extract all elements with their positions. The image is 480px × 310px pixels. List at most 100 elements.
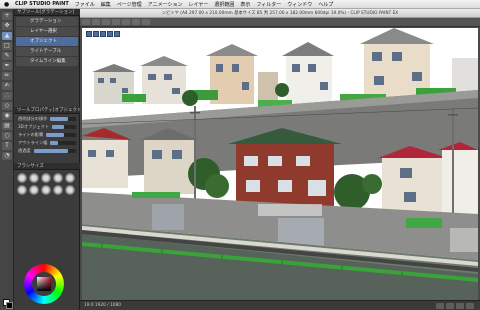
brush-size-swatch[interactable] [29, 173, 39, 183]
subtool-item-selected[interactable]: オブジェクト [16, 37, 78, 46]
drawing-canvas[interactable] [82, 28, 478, 300]
apple-icon[interactable]: ● [4, 0, 11, 8]
brush-size-swatch[interactable] [17, 185, 27, 195]
subtool-item[interactable]: グラデーション [16, 17, 78, 26]
subtool-item[interactable]: レイヤー選択 [16, 27, 78, 36]
balloon-tool-icon[interactable]: ◔ [2, 152, 12, 160]
slider-fill [46, 132, 65, 137]
operation-tool-icon[interactable]: ▲ [2, 32, 12, 40]
brush-size-swatch[interactable] [29, 185, 39, 195]
text-tool-icon[interactable]: T [2, 142, 12, 150]
color-wheel-center [32, 272, 56, 296]
menu-file[interactable]: ファイル [75, 1, 95, 8]
brush-tool-icon[interactable]: ✍ [2, 82, 12, 90]
brush-size-swatch[interactable] [65, 173, 75, 183]
subtool-item[interactable]: タイムライン編集 [16, 57, 78, 66]
property-row[interactable]: アウトライン幅 [16, 139, 78, 146]
slider-fill [50, 140, 59, 145]
brush-size-swatch[interactable] [41, 173, 51, 183]
brush-size-grid [14, 170, 80, 198]
property-label: 3Dオブジェクト [18, 124, 50, 129]
menu-window[interactable]: ウィンドウ [287, 1, 312, 8]
brush-size-title: ブラシサイズ [14, 163, 80, 170]
clear-icon[interactable] [132, 19, 140, 25]
slider-fill [52, 124, 64, 129]
menu-view[interactable]: 表示 [240, 1, 250, 8]
pencil-tool-icon[interactable]: ✏ [2, 72, 12, 80]
panel-spacer [14, 67, 80, 107]
garage-door-left [152, 204, 184, 230]
color-wheel[interactable] [24, 264, 64, 304]
redo-icon[interactable] [122, 19, 130, 25]
property-row[interactable]: 3Dオブジェクト [16, 123, 78, 130]
menu-selection[interactable]: 選択範囲 [214, 1, 234, 8]
property-row[interactable]: ライトの影響 [16, 131, 78, 138]
selection-tool-icon[interactable]: □ [2, 42, 12, 50]
brush-size-swatch[interactable] [17, 173, 27, 183]
fit-icon[interactable] [456, 303, 464, 309]
brush-size-swatch[interactable] [41, 185, 51, 195]
menu-animation[interactable]: アニメーション [148, 1, 183, 8]
canvas-command-bar [80, 18, 480, 27]
property-slider[interactable] [33, 148, 76, 153]
illustration-scene [82, 28, 478, 300]
new-file-icon[interactable] [82, 19, 90, 25]
property-slider[interactable] [50, 140, 76, 145]
property-slider[interactable] [52, 124, 76, 129]
slider-fill [50, 116, 69, 121]
menu-help[interactable]: ヘルプ [318, 1, 333, 8]
property-row[interactable]: 透明部分の操作 [16, 115, 78, 122]
eraser-tool-icon[interactable]: ◇ [2, 102, 12, 110]
zoom-out-icon[interactable] [436, 303, 444, 309]
subtool-panel-title: サブツール[グラデーション] [14, 9, 80, 16]
panel-spacer [14, 155, 80, 163]
left-panel-column: + ✥ ▲ □ ✎ ✒ ✏ ✍ ∴ ◇ ◉ ▤ ○ T ◔ サブツール[グラデー… [0, 9, 80, 310]
slider-fill [33, 148, 68, 153]
canvas-status-bar: 19.0 1920 / 1080 [80, 300, 480, 310]
brush-size-swatch[interactable] [53, 173, 63, 183]
brush-size-swatch[interactable] [53, 185, 63, 195]
gradient-tool-icon[interactable]: ▤ [2, 122, 12, 130]
property-slider[interactable] [50, 116, 76, 121]
subtool-item[interactable]: ライトテーブル [16, 47, 78, 56]
property-label: ライトの影響 [18, 132, 44, 137]
quick-action-icon[interactable] [86, 31, 92, 37]
app-root: ● CLIP STUDIO PAINT ファイル 編集 ページ管理 アニメーショ… [0, 0, 480, 310]
quick-action-icon[interactable] [100, 31, 106, 37]
property-slider[interactable] [46, 132, 76, 137]
status-text: 19.0 1920 / 1080 [84, 303, 121, 308]
airbrush-tool-icon[interactable]: ∴ [2, 92, 12, 100]
nav-buttons [434, 303, 474, 309]
pen-tool-icon[interactable]: ✒ [2, 62, 12, 70]
tool-property-title: ツールプロパティ[オブジェクト] [14, 107, 80, 114]
quick-action-icon[interactable] [114, 31, 120, 37]
menu-filter[interactable]: フィルター [256, 1, 281, 8]
property-label: 透明部分の操作 [18, 116, 48, 121]
undo-icon[interactable] [112, 19, 120, 25]
zoom-tool-icon[interactable]: + [2, 12, 12, 20]
color-saturation-square[interactable] [37, 277, 51, 291]
property-label: 透過度 [18, 148, 31, 153]
quick-action-icon[interactable] [107, 31, 113, 37]
figure-tool-icon[interactable]: ○ [2, 132, 12, 140]
quick-action-icon[interactable] [93, 31, 99, 37]
zoom-in-icon[interactable] [446, 303, 454, 309]
menu-page[interactable]: ページ管理 [117, 1, 142, 8]
brush-size-swatch[interactable] [65, 185, 75, 195]
sub-color-swatch[interactable] [6, 302, 13, 309]
property-row[interactable]: 透過度 [16, 147, 78, 154]
canvas-window: ンビトヤ (A4 297.00 x 210.00mm 基本サイズ B5 判 25… [80, 9, 480, 310]
canvas-title-bar: ンビトヤ (A4 297.00 x 210.00mm 基本サイズ B5 判 25… [80, 9, 480, 18]
transform-icon[interactable] [142, 19, 150, 25]
fill-tool-icon[interactable]: ◉ [2, 112, 12, 120]
move-tool-icon[interactable]: ✥ [2, 22, 12, 30]
property-label: アウトライン幅 [18, 140, 48, 145]
canvas-quick-toolbar [86, 31, 121, 37]
menu-edit[interactable]: 編集 [101, 1, 111, 8]
eyedropper-tool-icon[interactable]: ✎ [2, 52, 12, 60]
rotate-icon[interactable] [466, 303, 474, 309]
open-file-icon[interactable] [92, 19, 100, 25]
menu-app-name[interactable]: CLIP STUDIO PAINT [15, 1, 69, 7]
save-icon[interactable] [102, 19, 110, 25]
menu-layer[interactable]: レイヤー [188, 1, 208, 8]
